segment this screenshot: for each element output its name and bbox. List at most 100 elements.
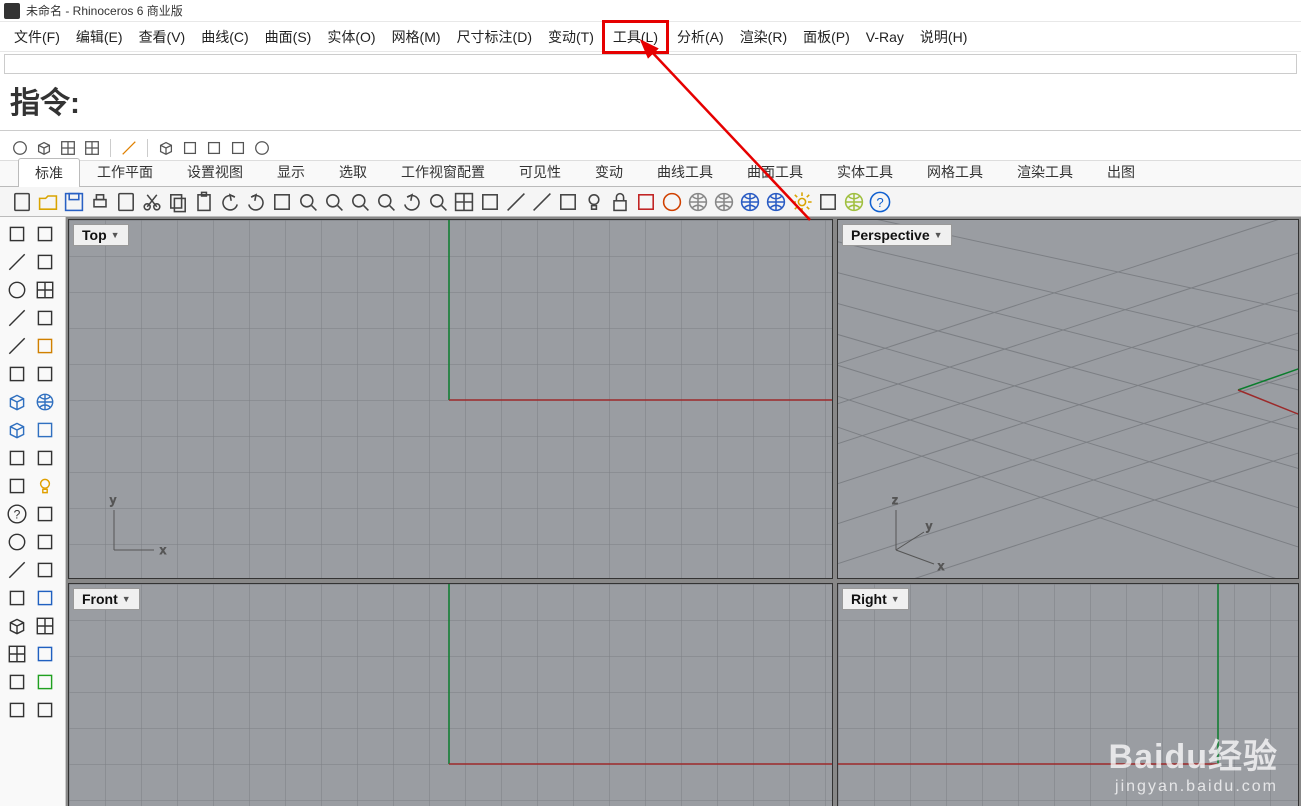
extrude-icon[interactable] xyxy=(4,417,30,443)
viewport-front-title[interactable]: Front ▼ xyxy=(73,588,140,610)
tab-10[interactable]: 实体工具 xyxy=(820,157,910,186)
target-icon[interactable] xyxy=(252,138,272,158)
pointer-icon[interactable] xyxy=(4,221,30,247)
help-icon[interactable]: ? xyxy=(4,501,30,527)
tab-3[interactable]: 显示 xyxy=(260,157,322,186)
off2-icon[interactable] xyxy=(32,557,58,583)
light-icon[interactable] xyxy=(582,190,606,214)
loft-icon[interactable] xyxy=(32,361,58,387)
viewport-perspective[interactable]: Perspective ▼ xyz xyxy=(837,219,1299,579)
viewport-front[interactable]: Front ▼ xyxy=(68,583,833,806)
grid-icon[interactable] xyxy=(452,190,476,214)
ext-icon[interactable] xyxy=(816,190,840,214)
zoomwin-icon[interactable] xyxy=(348,190,372,214)
menu-v-ray[interactable]: V-Ray xyxy=(858,25,912,49)
line-icon[interactable] xyxy=(4,249,30,275)
light-icon[interactable] xyxy=(32,473,58,499)
dim-icon[interactable] xyxy=(32,585,58,611)
dropdown-icon[interactable]: ▼ xyxy=(111,230,120,240)
menu-网格m[interactable]: 网格(M) xyxy=(384,23,449,51)
tile-icon[interactable] xyxy=(32,613,58,639)
doc-icon[interactable] xyxy=(114,190,138,214)
tab-12[interactable]: 渲染工具 xyxy=(1000,157,1090,186)
offset-icon[interactable] xyxy=(32,333,58,359)
menu-查看v[interactable]: 查看(V) xyxy=(131,23,194,51)
cloud-icon[interactable] xyxy=(180,138,200,158)
arc-icon[interactable] xyxy=(4,277,30,303)
viewport-perspective-title[interactable]: Perspective ▼ xyxy=(842,224,952,246)
trans-icon[interactable] xyxy=(4,697,30,723)
move-icon[interactable] xyxy=(32,221,58,247)
surface-icon[interactable] xyxy=(4,361,30,387)
bool1-icon[interactable] xyxy=(4,445,30,471)
list-icon[interactable] xyxy=(32,641,58,667)
cplane-icon[interactable] xyxy=(119,138,139,158)
menu-分析a[interactable]: 分析(A) xyxy=(669,23,732,51)
viewport-top[interactable]: Top ▼ xy xyxy=(68,219,833,579)
open-icon[interactable] xyxy=(36,190,60,214)
command-history[interactable] xyxy=(4,54,1297,74)
menu-变动t[interactable]: 变动(T) xyxy=(540,23,602,51)
render-icon[interactable] xyxy=(764,190,788,214)
menu-面板p[interactable]: 面板(P) xyxy=(795,23,858,51)
rect-icon[interactable] xyxy=(58,138,78,158)
cap-icon[interactable] xyxy=(32,501,58,527)
bool2-icon[interactable] xyxy=(32,445,58,471)
zoom1-icon[interactable] xyxy=(374,190,398,214)
save-icon[interactable] xyxy=(62,190,86,214)
globe2-icon[interactable] xyxy=(712,190,736,214)
tab-8[interactable]: 曲线工具 xyxy=(640,157,730,186)
menu-渲染r[interactable]: 渲染(R) xyxy=(732,23,795,51)
curve2-icon[interactable] xyxy=(4,557,30,583)
tab-7[interactable]: 变动 xyxy=(578,157,640,186)
menu-尺寸标注d[interactable]: 尺寸标注(D) xyxy=(449,23,540,51)
cut-icon[interactable] xyxy=(140,190,164,214)
globe3-icon[interactable] xyxy=(738,190,762,214)
wave-icon[interactable] xyxy=(204,138,224,158)
gear-icon[interactable] xyxy=(790,190,814,214)
menu-曲线c[interactable]: 曲线(C) xyxy=(193,23,256,51)
help-icon[interactable]: ? xyxy=(868,190,892,214)
tab-13[interactable]: 出图 xyxy=(1090,157,1152,186)
menu-工具l[interactable]: 工具(L) xyxy=(602,20,669,54)
dots-icon[interactable] xyxy=(32,697,58,723)
pts-icon[interactable] xyxy=(32,249,58,275)
star-icon[interactable] xyxy=(4,473,30,499)
menu-文件f[interactable]: 文件(F) xyxy=(6,23,68,51)
tab-2[interactable]: 设置视图 xyxy=(170,157,260,186)
tab-0[interactable]: 标准 xyxy=(18,158,80,187)
print-icon[interactable] xyxy=(88,190,112,214)
new-icon[interactable] xyxy=(10,190,34,214)
paste-icon[interactable] xyxy=(192,190,216,214)
pts2-icon[interactable] xyxy=(32,305,58,331)
dropdown-icon[interactable]: ▼ xyxy=(891,594,900,604)
dropdown-icon[interactable]: ▼ xyxy=(122,594,131,604)
rect-icon[interactable] xyxy=(32,277,58,303)
menu-实体o[interactable]: 实体(O) xyxy=(319,23,383,51)
sphere-icon[interactable] xyxy=(32,389,58,415)
revolve-icon[interactable] xyxy=(32,417,58,443)
box2-icon[interactable] xyxy=(4,613,30,639)
polyline-icon[interactable] xyxy=(4,305,30,331)
car-icon[interactable] xyxy=(478,190,502,214)
undo-icon[interactable] xyxy=(218,190,242,214)
tab-9[interactable]: 曲面工具 xyxy=(730,157,820,186)
teapot-icon[interactable] xyxy=(34,138,54,158)
zoom2-icon[interactable] xyxy=(426,190,450,214)
dropdown-icon[interactable]: ▼ xyxy=(934,230,943,240)
globe1-icon[interactable] xyxy=(686,190,710,214)
viewport-right[interactable]: Right ▼ Baidu经验 jingyan.baidu.com xyxy=(837,583,1299,806)
render2-icon[interactable] xyxy=(842,190,866,214)
grid-icon[interactable] xyxy=(4,641,30,667)
cube-icon[interactable] xyxy=(156,138,176,158)
check-icon[interactable] xyxy=(32,669,58,695)
copy-icon[interactable] xyxy=(166,190,190,214)
text-icon[interactable] xyxy=(4,585,30,611)
curve2-icon[interactable] xyxy=(530,190,554,214)
circle-icon[interactable] xyxy=(660,190,684,214)
dot-icon[interactable] xyxy=(4,529,30,555)
tab-6[interactable]: 可见性 xyxy=(502,157,578,186)
tab-5[interactable]: 工作视窗配置 xyxy=(384,157,502,186)
fillet-icon[interactable] xyxy=(32,529,58,555)
curve-icon[interactable] xyxy=(4,333,30,359)
